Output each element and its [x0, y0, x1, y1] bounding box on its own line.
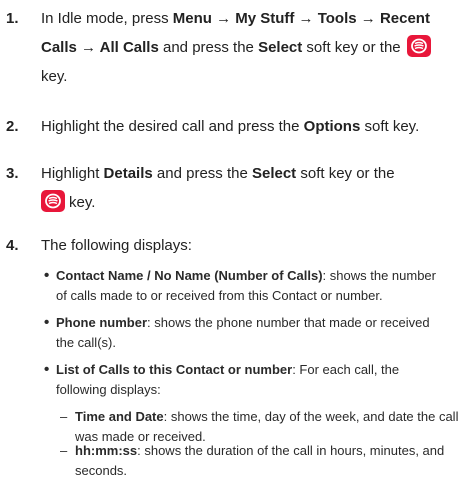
details-label: Details	[103, 165, 153, 182]
menu-path: Menu → My Stuff → Tools → Recent	[172, 10, 430, 27]
step-text: soft key or the	[302, 39, 401, 56]
menu-path: Calls → All Calls	[41, 39, 159, 56]
step-text: and press the	[152, 165, 252, 182]
bullet-term: List of Calls to this Contact or number	[56, 362, 293, 377]
bullet-term: Time and Date	[75, 409, 164, 424]
bullet-text: : shows the duration of the call in hour…	[137, 443, 445, 458]
bullet-mark: •	[44, 361, 50, 378]
dash-mark: –	[60, 443, 68, 458]
bullet-text: : shows the time, day of the week, and d…	[163, 409, 459, 424]
bullet-term: Phone number	[56, 315, 148, 330]
step-number: 1.	[6, 10, 19, 27]
manual-page: 1. In Idle mode, press Menu → My Stuff →…	[0, 0, 473, 481]
bullet-term: hh:mm:ss	[75, 443, 138, 458]
step-text: The following displays:	[41, 237, 192, 254]
select-key-icon	[41, 190, 65, 212]
bullet-text: seconds.	[75, 463, 128, 478]
step-text: In Idle mode, press	[41, 10, 173, 27]
step-text: key.	[41, 68, 68, 85]
bullet-text: of calls made to or received from this C…	[56, 288, 383, 303]
step-text: soft key.	[360, 118, 420, 135]
dash-mark: –	[60, 409, 68, 424]
step-text: soft key or the	[296, 165, 395, 182]
bullet-text: following displays:	[56, 382, 161, 397]
step-number: 4.	[6, 237, 19, 254]
step-text: Highlight	[41, 165, 104, 182]
bullet-text: the call(s).	[56, 335, 116, 350]
options-label: Options	[303, 118, 361, 135]
step-number: 3.	[6, 165, 19, 182]
bullet-term: Contact Name / No Name (Number of Calls)	[56, 268, 323, 283]
step-text: key.	[69, 194, 96, 211]
select-key-icon	[406, 35, 431, 57]
select-label: Select	[251, 165, 297, 182]
step-number: 2.	[6, 118, 19, 135]
bullet-text: : shows the number	[322, 268, 436, 283]
bullet-text: : For each call, the	[292, 362, 400, 377]
step-text: and press the	[158, 39, 259, 56]
bullet-mark: •	[44, 314, 50, 331]
select-label: Select	[258, 39, 303, 56]
bullet-text: : shows the phone number that made or re…	[147, 315, 430, 330]
bullet-mark: •	[44, 267, 50, 284]
step-text: Highlight the desired call and press the	[41, 118, 304, 135]
